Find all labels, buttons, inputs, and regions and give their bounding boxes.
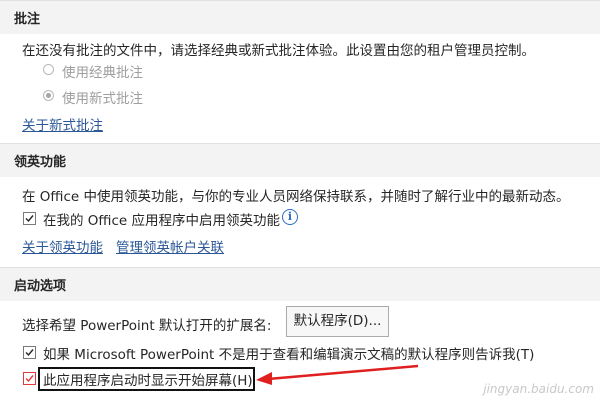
checkmark-icon xyxy=(25,375,34,383)
linkedin-description: 在 Office 中使用领英功能，与你的专业人员网络保持联系，并随时了解行业中的… xyxy=(22,189,570,205)
info-icon[interactable]: i xyxy=(282,209,298,225)
link-about-linkedin[interactable]: 关于领英功能 xyxy=(22,236,103,256)
checkbox-tell-default[interactable] xyxy=(23,346,36,359)
annotations-description: 在还没有批注的文件中，请选择经典或新式批注体验。此设置由您的租户管理员控制。 xyxy=(22,43,535,59)
default-programs-button[interactable]: 默认程序(D)... xyxy=(286,306,389,337)
section-header-annotations: 批注 xyxy=(0,0,600,34)
section-header-linkedin: 领英功能 xyxy=(0,143,600,177)
section-title: 批注 xyxy=(14,12,41,27)
radio-classic-label: 使用经典批注 xyxy=(62,65,143,81)
red-arrow-icon xyxy=(256,364,419,385)
section-title: 领英功能 xyxy=(14,155,67,170)
checkbox-enable-linkedin[interactable] xyxy=(23,212,36,225)
radio-classic-annotations[interactable] xyxy=(43,64,54,75)
default-extension-label: 选择希望 PowerPoint 默认打开的扩展名: xyxy=(22,318,272,334)
watermark: jingyan.baidu.com xyxy=(483,382,594,396)
link-manage-linkedin[interactable]: 管理领英帐户关联 xyxy=(116,236,224,256)
checkbox-enable-linkedin-label: 在我的 Office 应用程序中启用领英功能 xyxy=(43,213,280,229)
checkmark-icon xyxy=(25,349,34,357)
radio-modern-annotations[interactable] xyxy=(43,90,54,101)
link-about-modern-annotations[interactable]: 关于新式批注 xyxy=(22,114,103,134)
radio-modern-label: 使用新式批注 xyxy=(62,91,143,107)
section-header-startup: 启动选项 xyxy=(0,267,600,301)
checkmark-icon xyxy=(25,215,34,223)
checkbox-tell-default-label: 如果 Microsoft PowerPoint 不是用于查看和编辑演示文稿的默认… xyxy=(43,347,535,363)
checkbox-show-start-screen[interactable] xyxy=(23,372,36,385)
checkbox-show-start-screen-label: 此应用程序启动时显示开始屏幕(H) xyxy=(43,373,253,389)
section-title: 启动选项 xyxy=(14,279,67,294)
